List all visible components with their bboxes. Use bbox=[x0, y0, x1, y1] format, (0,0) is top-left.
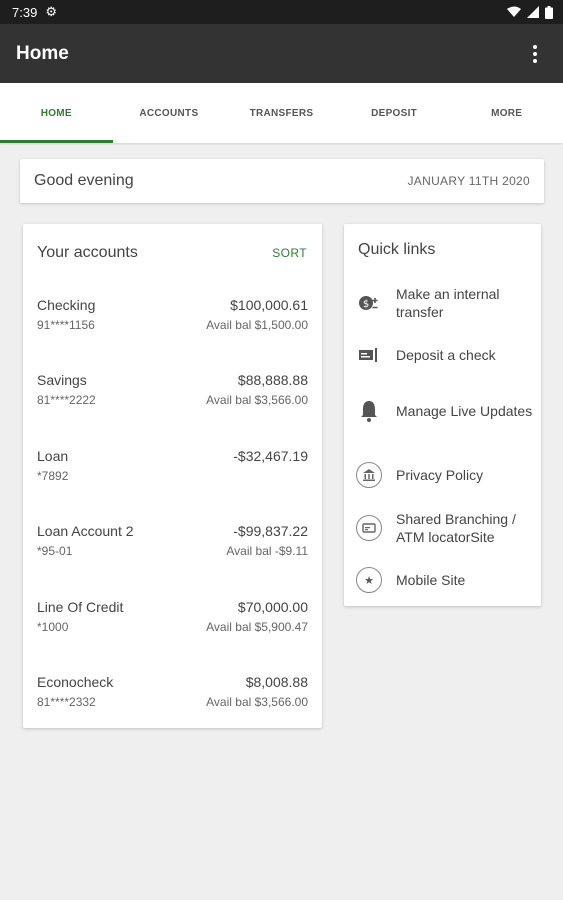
account-number: 91****1156 bbox=[37, 318, 95, 332]
quick-links-title: Quick links bbox=[358, 241, 436, 258]
quick-links-card: Quick links $ Make an internal transfer … bbox=[344, 224, 541, 606]
wifi-icon bbox=[507, 6, 521, 17]
status-bar: 7:39 ⚙ bbox=[0, 0, 563, 24]
star-icon: ★ bbox=[356, 567, 382, 593]
account-row-loan[interactable]: Loan *7892 -$32,467.19 bbox=[37, 448, 308, 488]
account-available: Avail bal $5,900.47 bbox=[206, 620, 308, 634]
bell-icon bbox=[356, 398, 382, 424]
account-row-loan-account-2[interactable]: Loan Account 2 *95-01 -$99,837.22 Avail … bbox=[37, 523, 308, 563]
app-bar: Home bbox=[0, 24, 563, 83]
sort-button[interactable]: SORT bbox=[272, 246, 307, 260]
deposit-check-icon bbox=[356, 342, 382, 368]
quick-link-privacy-policy[interactable]: Privacy Policy bbox=[356, 462, 534, 488]
battery-icon bbox=[545, 5, 553, 19]
account-name: Checking bbox=[37, 297, 96, 313]
svg-text:$: $ bbox=[363, 299, 369, 310]
tab-home[interactable]: HOME bbox=[0, 83, 113, 143]
tab-deposit[interactable]: DEPOSIT bbox=[338, 83, 451, 143]
account-name: Econocheck bbox=[37, 674, 114, 690]
account-available: Avail bal $3,566.00 bbox=[206, 695, 308, 709]
greeting-text: Good evening bbox=[34, 172, 134, 189]
account-balance: -$99,837.22 bbox=[233, 523, 308, 539]
gear-icon: ⚙ bbox=[45, 4, 57, 19]
account-row-savings[interactable]: Savings 81****2222 $88,888.88 Avail bal … bbox=[37, 372, 308, 412]
account-balance: $70,000.00 bbox=[237, 599, 308, 615]
status-icons bbox=[507, 5, 553, 19]
account-available: Avail bal $1,500.00 bbox=[206, 318, 308, 332]
account-balance: $8,008.88 bbox=[245, 674, 308, 690]
tab-accounts[interactable]: ACCOUNTS bbox=[113, 83, 226, 143]
signal-icon bbox=[527, 6, 539, 18]
quick-link-mobile-site[interactable]: ★ Mobile Site bbox=[356, 567, 534, 593]
account-name: Savings bbox=[37, 372, 87, 388]
greeting-date: JANUARY 11TH 2020 bbox=[407, 174, 530, 188]
tab-transfers[interactable]: TRANSFERS bbox=[225, 83, 338, 143]
quick-link-label: Privacy Policy bbox=[396, 467, 484, 483]
bank-icon bbox=[356, 462, 382, 488]
account-balance: $88,888.88 bbox=[237, 372, 308, 388]
transfer-icon: $ bbox=[356, 290, 382, 316]
tab-more[interactable]: MORE bbox=[450, 83, 563, 143]
account-row-econocheck[interactable]: Econocheck 81****2332 $8,008.88 Avail ba… bbox=[37, 674, 308, 714]
quick-link-label: Make an internal transfer bbox=[396, 286, 500, 320]
account-row-line-of-credit[interactable]: Line Of Credit *1000 $70,000.00 Avail ba… bbox=[37, 599, 308, 639]
tab-bar: HOME ACCOUNTS TRANSFERS DEPOSIT MORE bbox=[0, 83, 563, 143]
quick-link-label: Shared Branching / ATM locatorSite bbox=[396, 511, 516, 545]
account-name: Line Of Credit bbox=[37, 599, 124, 615]
quick-link-internal-transfer[interactable]: $ Make an internal transfer bbox=[356, 285, 534, 321]
account-name: Loan Account 2 bbox=[37, 523, 134, 539]
greeting-card: Good evening JANUARY 11TH 2020 bbox=[20, 159, 544, 203]
account-number: *7892 bbox=[37, 469, 69, 483]
quick-link-deposit-check[interactable]: Deposit a check bbox=[356, 342, 534, 368]
status-time: 7:39 bbox=[12, 4, 38, 20]
account-balance: $100,000.61 bbox=[230, 297, 308, 313]
account-name: Loan bbox=[37, 448, 69, 464]
quick-link-label: Deposit a check bbox=[396, 347, 496, 363]
page-title: Home bbox=[16, 42, 69, 64]
account-row-checking[interactable]: Checking 91****1156 $100,000.61 Avail ba… bbox=[37, 297, 308, 337]
quick-link-live-updates[interactable]: Manage Live Updates bbox=[356, 398, 534, 424]
quick-link-shared-branching[interactable]: Shared Branching / ATM locatorSite bbox=[356, 510, 534, 546]
account-number: 81****2332 bbox=[37, 695, 96, 709]
accounts-card: Your accounts SORT Checking 91****1156 $… bbox=[23, 224, 322, 728]
card-icon bbox=[356, 515, 382, 541]
account-number: 81****2222 bbox=[37, 393, 96, 407]
quick-link-label: Mobile Site bbox=[396, 572, 466, 588]
account-available: Avail bal -$9.11 bbox=[226, 544, 308, 558]
quick-link-label: Manage Live Updates bbox=[396, 403, 533, 419]
account-number: *95-01 bbox=[37, 544, 73, 558]
accounts-title: Your accounts bbox=[37, 243, 138, 261]
more-vert-icon[interactable] bbox=[523, 38, 547, 70]
account-number: *1000 bbox=[37, 620, 69, 634]
account-balance: -$32,467.19 bbox=[233, 448, 308, 464]
account-available: Avail bal $3,566.00 bbox=[206, 393, 308, 407]
